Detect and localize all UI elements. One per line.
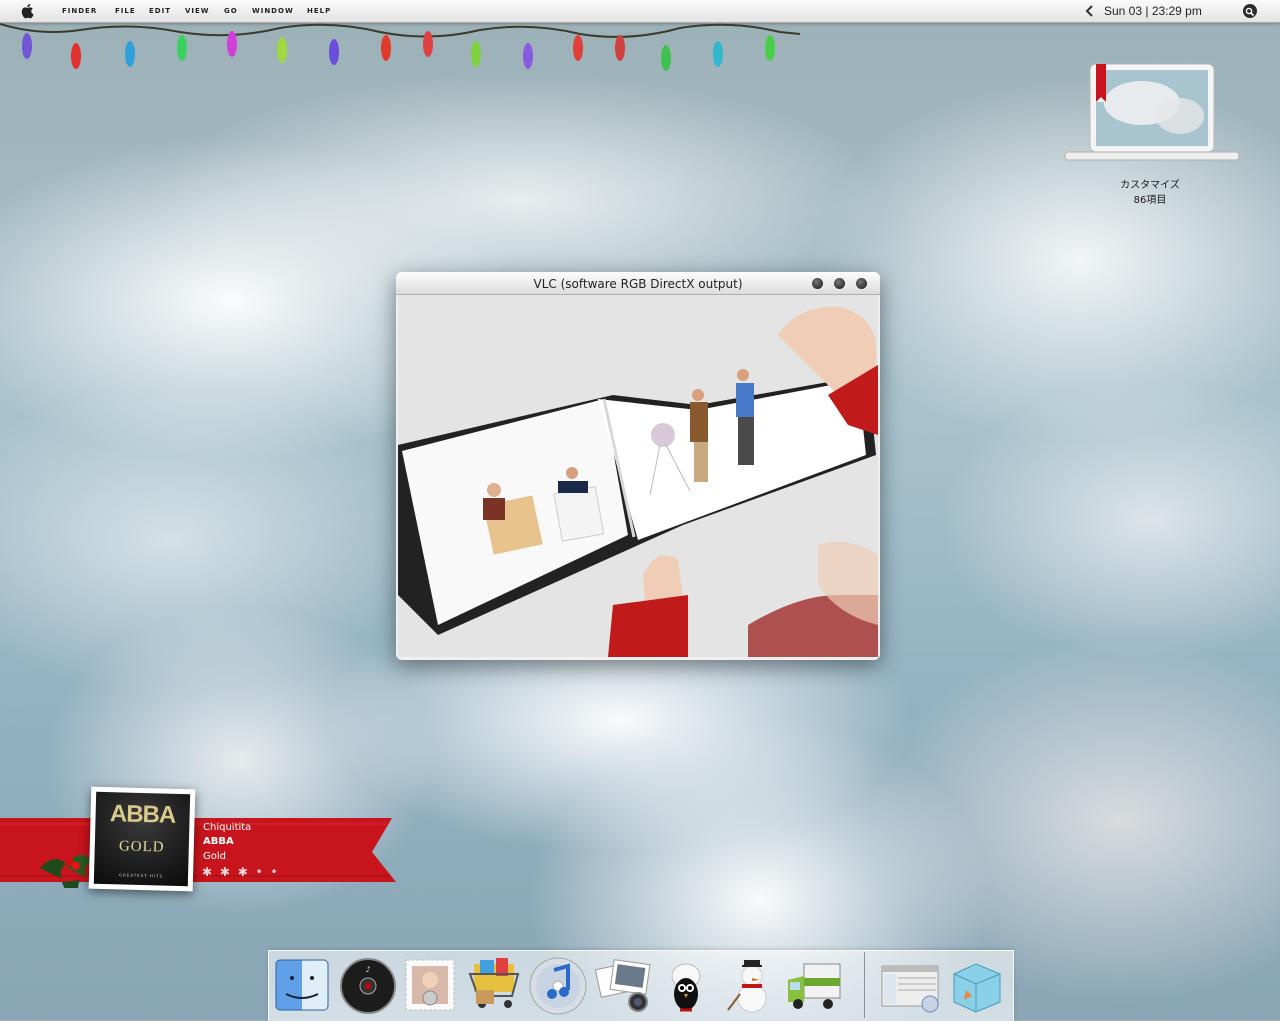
close-button[interactable]	[856, 278, 867, 289]
shopping-cart-icon[interactable]	[466, 954, 526, 1016]
spotlight-icon[interactable]	[1243, 4, 1257, 18]
menu-clock[interactable]: Sun 03 | 23:29 pm	[1104, 0, 1202, 22]
now-playing-ribbon	[0, 818, 396, 888]
box-icon[interactable]	[946, 954, 1006, 1016]
track-rating[interactable]: ✱ ✱ ✱ • •	[202, 865, 280, 879]
delivery-truck-icon[interactable]	[784, 954, 844, 1016]
vlc-window[interactable]: VLC (software RGB DirectX output)	[396, 272, 880, 660]
penguin-app-icon[interactable]	[656, 954, 716, 1016]
itunes-window-icon[interactable]	[880, 954, 940, 1016]
window-title[interactable]: VLC (software RGB DirectX output)	[396, 272, 880, 295]
track-album: Gold	[203, 851, 226, 862]
finder-icon[interactable]	[272, 954, 332, 1016]
snowman-icon[interactable]	[720, 954, 780, 1016]
christmas-lights-decoration	[0, 23, 800, 71]
track-title: Chiquitita	[203, 822, 252, 833]
album-artwork[interactable]: ABBA GOLD GREATEST HITS	[88, 786, 196, 892]
chevron-left-icon[interactable]	[1084, 5, 1096, 17]
zoom-button[interactable]	[834, 278, 845, 289]
mail-stamp-icon[interactable]	[400, 954, 460, 1016]
track-artist: ABBA	[203, 836, 234, 847]
apple-menu-icon[interactable]	[20, 3, 34, 19]
itunes-icon[interactable]	[528, 954, 588, 1016]
minimize-button[interactable]	[812, 278, 823, 289]
itunes-remote-icon[interactable]: ♪	[338, 954, 398, 1016]
dock-separator	[864, 952, 865, 1018]
svg-text:♪: ♪	[365, 965, 370, 974]
video-frame[interactable]	[398, 295, 878, 657]
iphoto-icon[interactable]	[594, 954, 654, 1016]
drive-label[interactable]: カスタマイズ 86項目	[1080, 178, 1220, 208]
